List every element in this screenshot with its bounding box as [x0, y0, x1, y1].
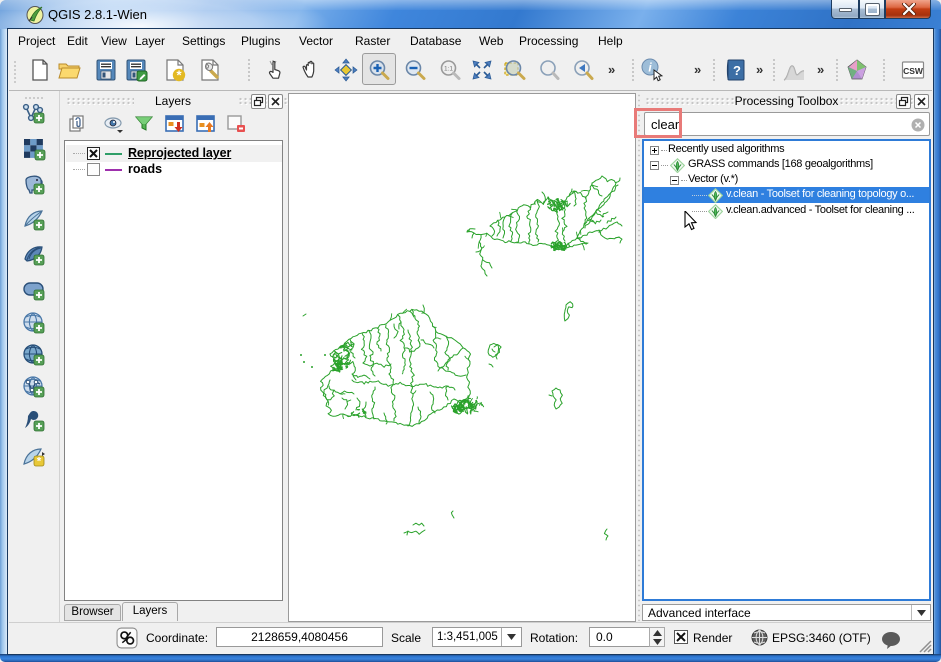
svg-text:1:1: 1:1 — [444, 66, 453, 73]
svg-text:CSW: CSW — [903, 66, 924, 76]
svg-text:*: * — [37, 456, 42, 468]
svg-text:?: ? — [733, 63, 741, 78]
